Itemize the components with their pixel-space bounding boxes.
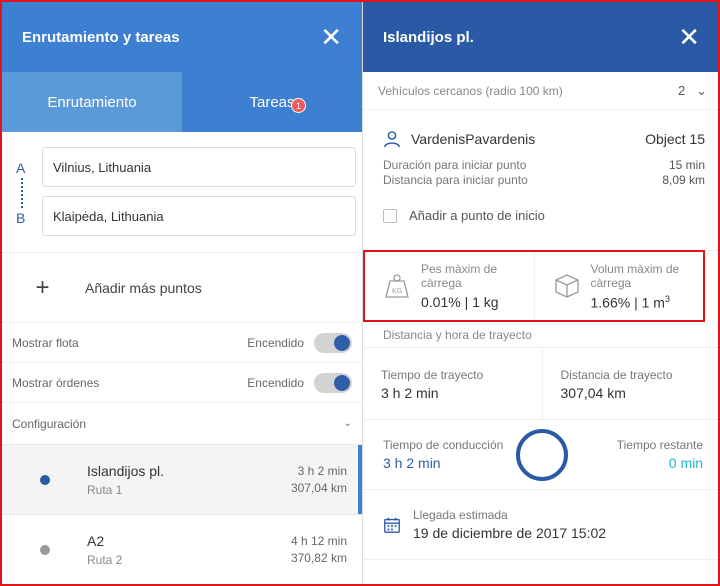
app-frame: Enrutamiento y tareas ✕ Enrutamiento Tar… (0, 0, 720, 586)
box-icon (554, 274, 579, 298)
remaining-time-value: 0 min (668, 455, 703, 471)
point-a-input[interactable]: Vilnius, Lithuania (42, 147, 356, 187)
distance-section-title: Distancia y hora de trayecto (363, 322, 718, 348)
chevron-down-icon: ⌄ (343, 418, 352, 429)
calendar-icon (384, 517, 400, 533)
volume-exponent: 3 (664, 293, 670, 304)
route-connector (21, 178, 23, 208)
route-name: A2 (87, 532, 105, 549)
routing-panel: Enrutamiento y tareas ✕ Enrutamiento Tar… (2, 2, 362, 584)
route-dot-icon (39, 474, 50, 485)
routing-header: Enrutamiento y tareas ✕ (2, 2, 362, 72)
add-points-button[interactable]: + Añadir más puntos (2, 252, 362, 322)
driving-time-label: Tiempo de conducción (383, 438, 504, 452)
vehicle-driver-name: VardenisPavardenis (411, 131, 536, 147)
routing-title: Enrutamiento y tareas (22, 28, 180, 46)
point-b-marker: B (16, 210, 26, 226)
trip-time-value: 3 h 2 min (381, 385, 439, 401)
route-time: 3 h 2 min (297, 463, 347, 478)
tab-routing[interactable]: Enrutamiento (2, 72, 182, 132)
driving-time-section: Tiempo de conducción 3 h 2 min Tiempo re… (363, 420, 718, 490)
configuration-expander[interactable]: Configuración ⌄ (2, 402, 362, 444)
show-fleet-label: Mostrar flota (12, 335, 79, 350)
toggle-knob (334, 374, 350, 391)
vehicle-card: VardenisPavardenis Object 15 Duración pa… (363, 110, 718, 251)
estimated-arrival: Llegada estimada 19 de diciembre de 2017… (363, 490, 718, 560)
max-volume-value: 1.66% | 1 m (590, 294, 665, 311)
route-sub: Ruta 2 (87, 552, 123, 567)
nearby-vehicles-selector[interactable]: Vehículos cercanos (radio 100 km) 2 ⌄ (363, 72, 718, 110)
driving-progress-ring (516, 429, 568, 481)
start-duration-value: 15 min (668, 158, 705, 172)
show-orders-row: Mostrar órdenes Encendido (2, 362, 362, 402)
start-distance-label: Distancia para iniciar punto (383, 173, 528, 187)
max-weight-value: 0.01% | 1 kg (421, 294, 499, 310)
show-orders-state: Encendido (247, 375, 304, 390)
add-to-start-label: Añadir a punto de inicio (409, 208, 545, 223)
max-volume-label: Volum màxim de càrrega (590, 261, 680, 290)
toggle-knob (334, 334, 350, 351)
nearby-vehicles-label: Vehículos cercanos (radio 100 km) (378, 83, 563, 98)
start-distance-value: 8,09 km (662, 173, 705, 187)
driving-time-value: 3 h 2 min (383, 455, 441, 471)
route-item-1[interactable]: Islandijos pl. Ruta 1 3 h 2 min 307,04 k… (2, 444, 362, 515)
route-distance: 307,04 km (290, 480, 347, 495)
tab-tasks-label: Tareas (249, 93, 295, 111)
plus-icon: + (35, 273, 50, 301)
trip-distance-value: 307,04 km (560, 385, 626, 401)
route-item-2[interactable]: A2 Ruta 2 4 h 12 min 370,82 km (2, 514, 362, 584)
capacity-box: KG Pes màxim de càrrega 0.01% | 1 kg Vol… (363, 250, 705, 322)
point-a-marker: A (16, 160, 26, 176)
route-distance: 370,82 km (290, 550, 347, 565)
chevron-down-icon: ⌄ (696, 82, 707, 98)
show-orders-label: Mostrar órdenes (12, 375, 100, 390)
show-fleet-row: Mostrar flota Encendido (2, 322, 362, 362)
routing-tabs: Enrutamiento Tareas 1 (2, 72, 362, 132)
route-dot-icon (39, 544, 50, 555)
max-weight-cell: KG Pes màxim de càrrega 0.01% | 1 kg (365, 252, 534, 320)
configuration-label: Configuración (12, 416, 87, 431)
add-to-start-checkbox[interactable] (383, 208, 397, 223)
route-details-header: Islandijos pl. ✕ (363, 2, 718, 72)
close-icon[interactable]: ✕ (320, 24, 342, 50)
route-details-title: Islandijos pl. (383, 28, 474, 46)
person-icon (384, 131, 400, 148)
trip-distance-label: Distancia de trayecto (560, 368, 673, 382)
tasks-count-badge: 1 (291, 98, 306, 113)
show-fleet-toggle[interactable] (314, 332, 352, 353)
route-sub: Ruta 1 (87, 482, 123, 497)
route-details-panel: Islandijos pl. ✕ Vehículos cercanos (rad… (362, 2, 718, 584)
weight-icon: KG (385, 274, 409, 298)
point-b-input[interactable]: Klaipėda, Lithuania (42, 196, 356, 236)
trip-time-label: Tiempo de trayecto (381, 368, 484, 382)
show-orders-toggle[interactable] (314, 372, 352, 393)
route-points: A B Vilnius, Lithuania Klaipėda, Lithuan… (2, 132, 362, 252)
max-volume-cell: Volum màxim de càrrega 1.66% | 1 m3 (533, 252, 704, 320)
trip-stats: Tiempo de trayecto 3 h 2 min Distancia d… (363, 348, 718, 420)
add-points-label: Añadir más puntos (85, 279, 202, 296)
start-duration-label: Duración para iniciar punto (383, 158, 527, 172)
route-name: Islandijos pl. (87, 462, 165, 479)
arrival-label: Llegada estimada (413, 508, 508, 522)
nearby-vehicles-count: 2 (678, 82, 686, 98)
vehicle-object: Object 15 (645, 131, 705, 147)
close-icon[interactable]: ✕ (678, 24, 700, 50)
show-fleet-state: Encendido (247, 335, 304, 350)
remaining-time-label: Tiempo restante (616, 438, 703, 452)
tab-tasks[interactable]: Tareas 1 (182, 72, 362, 132)
max-weight-label: Pes màxim de càrrega (421, 262, 498, 290)
tab-routing-label: Enrutamiento (47, 93, 137, 111)
weight-icon-text: KG (392, 288, 402, 295)
arrival-value: 19 de diciembre de 2017 15:02 (413, 525, 607, 541)
route-time: 4 h 12 min (290, 533, 347, 548)
